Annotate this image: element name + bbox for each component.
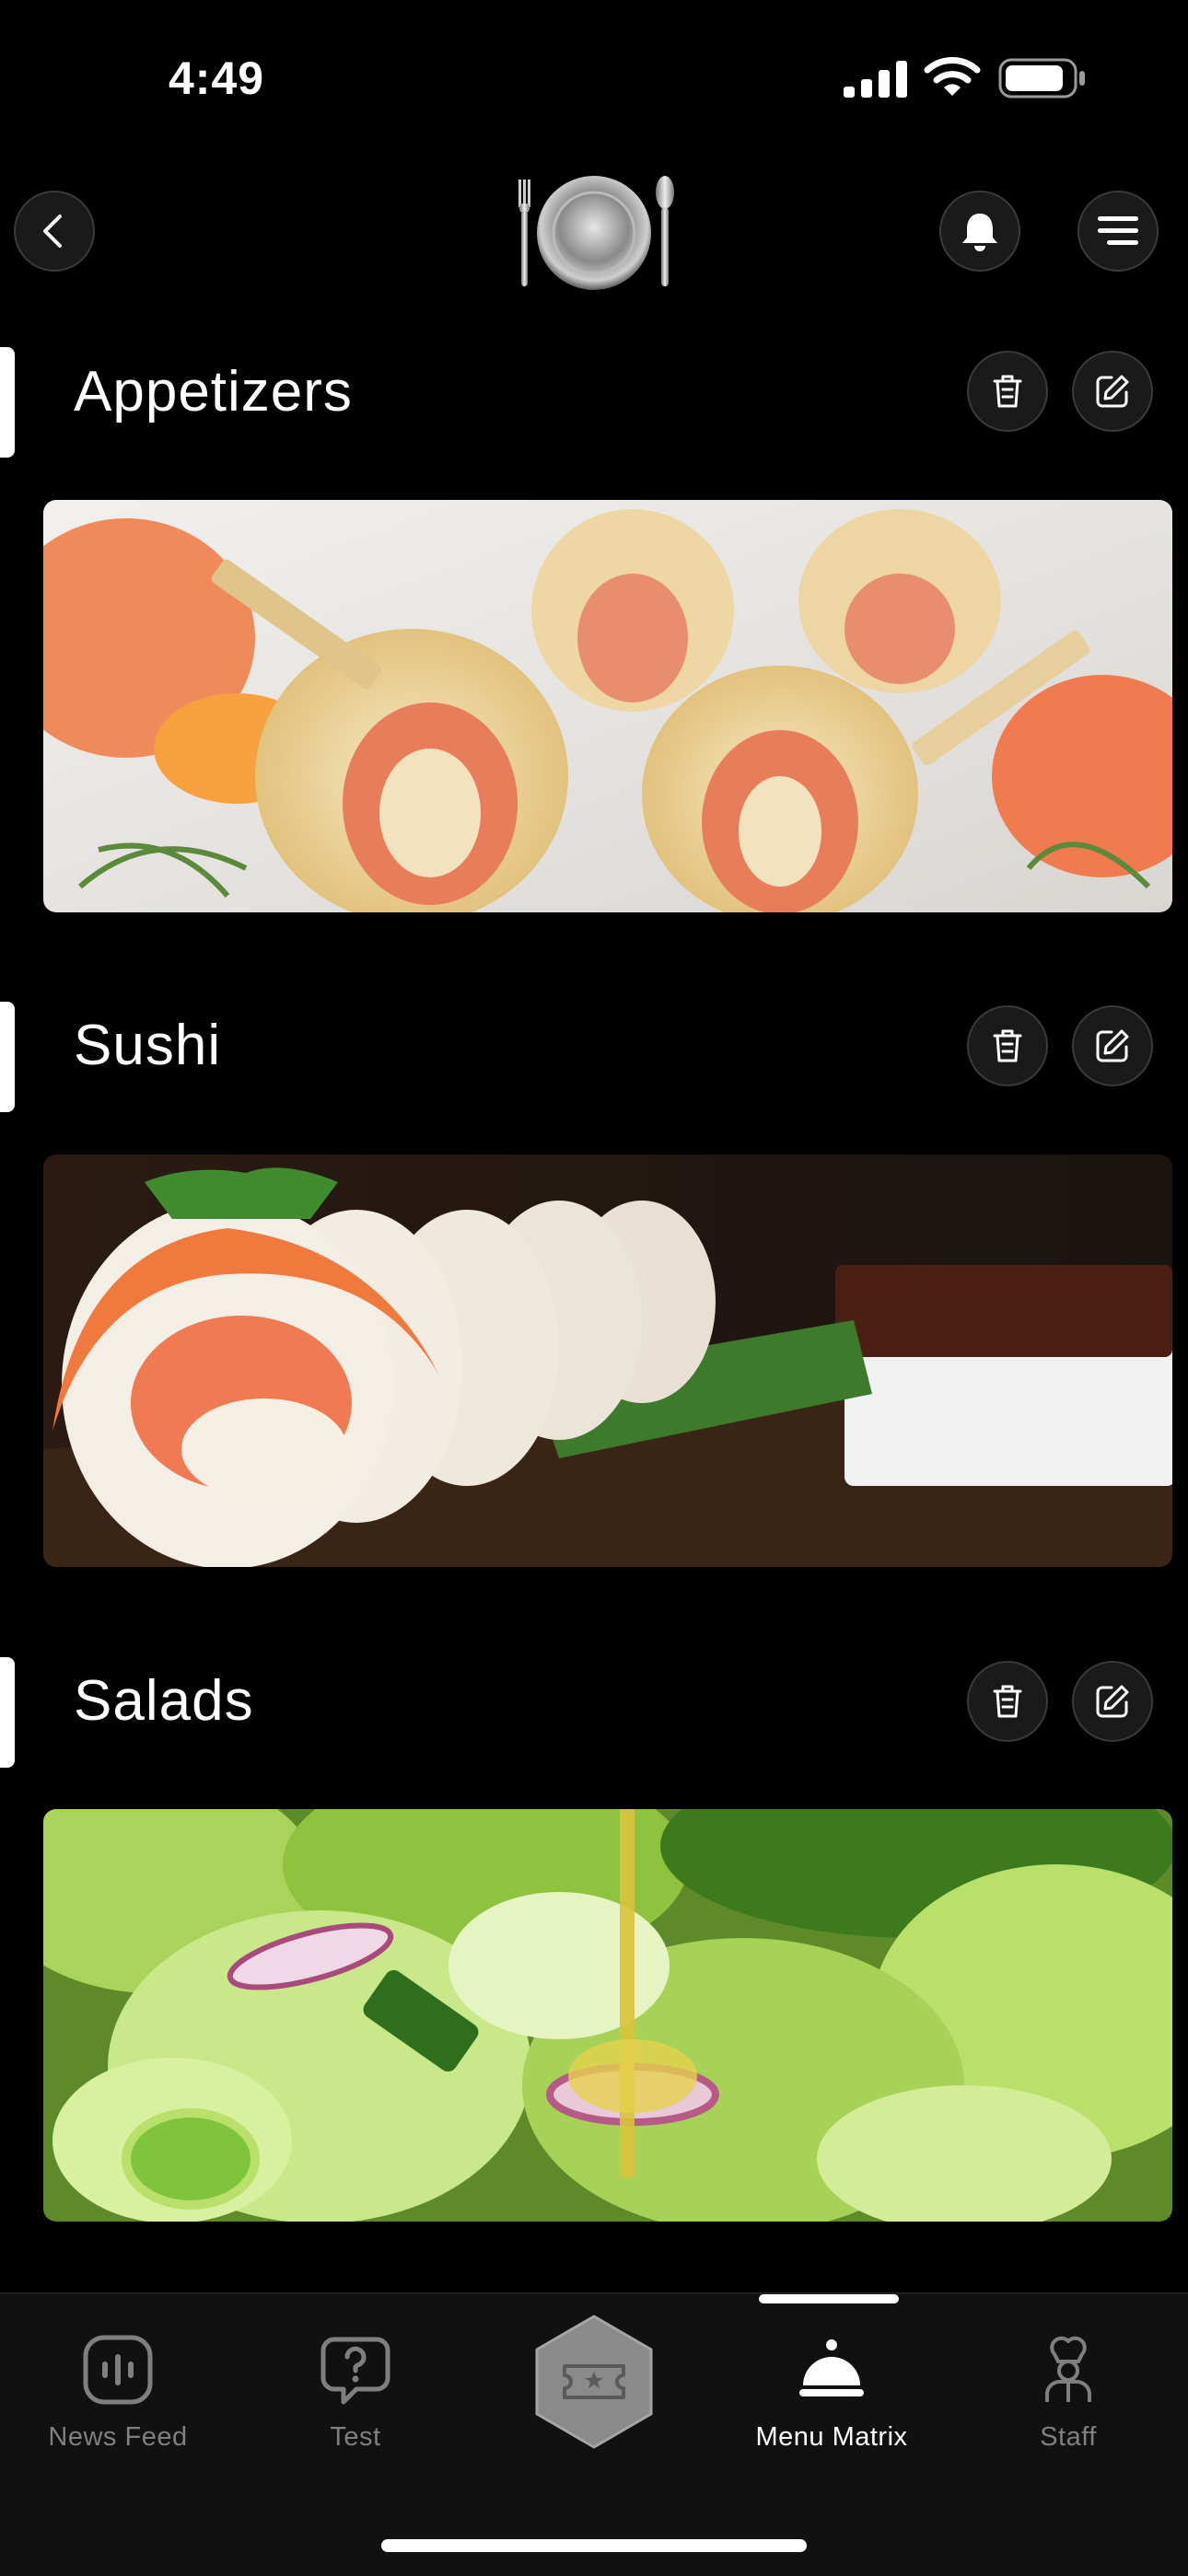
tab-label: Menu Matrix	[755, 2422, 908, 2452]
cellular-signal-icon	[844, 61, 907, 98]
tab-news-feed[interactable]: News Feed	[7, 2334, 228, 2453]
chevron-left-icon	[43, 215, 62, 248]
status-time: 4:49	[169, 52, 265, 104]
category-image-appetizers[interactable]	[43, 500, 1172, 912]
wifi-icon	[924, 57, 981, 96]
section-accent-bar	[0, 1657, 15, 1768]
category-image-sushi[interactable]	[43, 1155, 1172, 1567]
trash-icon	[993, 1029, 1022, 1062]
back-button[interactable]	[14, 191, 95, 272]
news-feed-icon	[83, 2335, 153, 2405]
section-accent-bar	[0, 1002, 15, 1112]
delete-category-button[interactable]	[967, 1661, 1048, 1742]
trash-icon	[993, 375, 1022, 408]
bell-icon	[962, 214, 997, 251]
ticket-star-icon	[535, 2315, 653, 2449]
tab-test[interactable]: Test	[245, 2334, 466, 2453]
section-accent-bar	[0, 347, 15, 458]
edit-pencil-icon	[1096, 1685, 1129, 1718]
tab-staff[interactable]: Staff	[958, 2334, 1179, 2453]
trash-icon	[993, 1685, 1022, 1718]
chef-icon	[1045, 2336, 1091, 2402]
edit-category-button[interactable]	[1072, 1005, 1153, 1086]
home-indicator[interactable]	[381, 2539, 807, 2552]
tab-menu-matrix[interactable]: Menu Matrix	[721, 2334, 942, 2453]
notifications-button[interactable]	[939, 191, 1020, 272]
center-action-button[interactable]	[530, 2313, 658, 2455]
tab-label: News Feed	[48, 2422, 188, 2452]
question-bubble-icon	[320, 2337, 390, 2405]
cloche-icon	[799, 2339, 864, 2396]
edit-pencil-icon	[1096, 375, 1129, 408]
tab-label: Staff	[1040, 2422, 1097, 2452]
plate-and-cutlery-logo	[518, 176, 674, 290]
delete-category-button[interactable]	[967, 351, 1048, 432]
section-title: Sushi	[74, 1014, 222, 1077]
edit-category-button[interactable]	[1072, 351, 1153, 432]
section-title: Salads	[74, 1669, 254, 1733]
section-title: Appetizers	[74, 360, 353, 424]
battery-icon	[998, 58, 1085, 99]
active-tab-indicator	[759, 2294, 899, 2303]
hamburger-menu-icon	[1098, 216, 1138, 245]
edit-category-button[interactable]	[1072, 1661, 1153, 1742]
menu-button[interactable]	[1077, 191, 1159, 272]
delete-category-button[interactable]	[967, 1005, 1048, 1086]
category-image-salads[interactable]	[43, 1809, 1172, 2222]
tab-label: Test	[330, 2422, 381, 2452]
edit-pencil-icon	[1096, 1029, 1129, 1062]
status-bar: 4:49	[0, 0, 1188, 157]
